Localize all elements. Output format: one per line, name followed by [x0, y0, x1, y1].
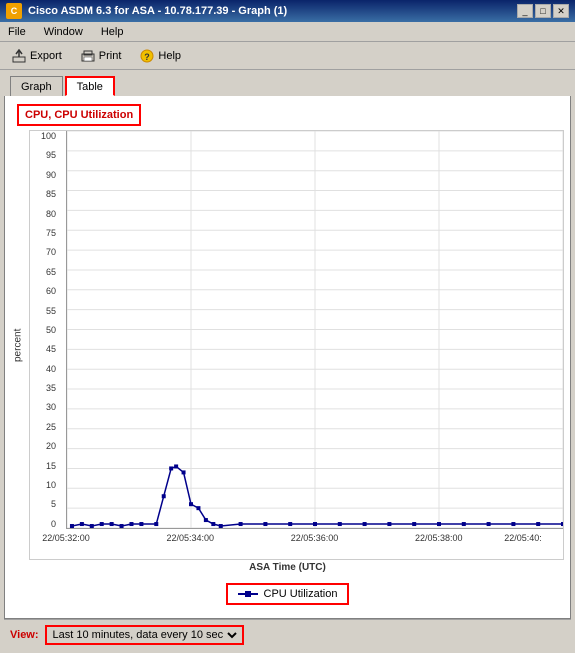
y-tick-45: 45	[30, 344, 60, 354]
menu-window[interactable]: Window	[40, 25, 87, 39]
view-label: View:	[10, 629, 39, 641]
legend-line-icon	[238, 589, 258, 599]
y-tick-70: 70	[30, 247, 60, 257]
toolbar: Export Print ? Help	[0, 42, 575, 70]
y-tick-85: 85	[30, 189, 60, 199]
tab-table[interactable]: Table	[65, 76, 115, 96]
legend-label: CPU Utilization	[264, 588, 338, 600]
chart-title: CPU, CPU Utilization	[17, 104, 141, 126]
y-tick-10: 10	[30, 480, 60, 490]
close-button[interactable]: ✕	[553, 4, 569, 18]
bottom-bar: View: Last 10 minutes, data every 10 sec…	[4, 619, 571, 649]
print-button[interactable]: Print	[75, 45, 127, 67]
menu-help[interactable]: Help	[97, 25, 128, 39]
y-axis-label: percent	[11, 130, 25, 560]
y-tick-65: 65	[30, 267, 60, 277]
title-bar: C Cisco ASDM 6.3 for ASA - 10.78.177.39 …	[0, 0, 575, 22]
legend-box: CPU Utilization	[226, 583, 350, 605]
help-button[interactable]: ? Help	[134, 45, 186, 67]
y-tick-15: 15	[30, 461, 60, 471]
y-tick-95: 95	[30, 150, 60, 160]
legend-area: CPU Utilization	[5, 583, 570, 605]
export-button[interactable]: Export	[6, 45, 67, 67]
y-tick-50: 50	[30, 325, 60, 335]
print-icon	[80, 48, 96, 64]
x-axis-labels: 22/05:32:00 22/05:34:00 22/05:36:00 22/0…	[66, 529, 563, 559]
x-tick-3: 22/05:38:00	[399, 533, 479, 543]
view-select[interactable]: Last 10 minutes, data every 10 sec Last …	[49, 628, 240, 642]
tab-content: CPU, CPU Utilization percent 0 5 10 15 2…	[4, 96, 571, 619]
tab-bar: Graph Table	[4, 70, 571, 96]
minimize-button[interactable]: _	[517, 4, 533, 18]
chart-plot	[66, 131, 563, 529]
help-label: Help	[158, 50, 181, 62]
chart-inner: 0 5 10 15 20 25 30 35 40 45 50 55 60 65 …	[29, 130, 564, 560]
y-tick-90: 90	[30, 170, 60, 180]
window-title: Cisco ASDM 6.3 for ASA - 10.78.177.39 - …	[28, 5, 287, 17]
menu-bar: File Window Help	[0, 22, 575, 42]
y-tick-80: 80	[30, 209, 60, 219]
y-tick-40: 40	[30, 364, 60, 374]
export-icon	[11, 48, 27, 64]
view-select-wrapper[interactable]: Last 10 minutes, data every 10 sec Last …	[45, 625, 244, 645]
app-icon: C	[6, 3, 22, 19]
y-tick-0: 0	[30, 519, 60, 529]
y-tick-35: 35	[30, 383, 60, 393]
menu-file[interactable]: File	[4, 25, 30, 39]
y-tick-100: 100	[30, 131, 60, 141]
export-label: Export	[30, 50, 62, 62]
y-ticks: 0 5 10 15 20 25 30 35 40 45 50 55 60 65 …	[30, 131, 66, 529]
y-tick-75: 75	[30, 228, 60, 238]
x-tick-2: 22/05:36:00	[275, 533, 355, 543]
x-tick-4: 22/05:40:	[483, 533, 563, 543]
maximize-button[interactable]: □	[535, 4, 551, 18]
y-tick-25: 25	[30, 422, 60, 432]
y-tick-5: 5	[30, 499, 60, 509]
y-tick-30: 30	[30, 402, 60, 412]
y-tick-20: 20	[30, 441, 60, 451]
chart-area: percent 0 5 10 15 20 25 30 35 40 45 50 5…	[11, 130, 564, 560]
x-axis-title: ASA Time (UTC)	[5, 562, 570, 573]
content-wrapper: Graph Table CPU, CPU Utilization percent…	[0, 70, 575, 653]
tab-graph[interactable]: Graph	[10, 76, 63, 96]
svg-text:?: ?	[145, 52, 151, 62]
print-label: Print	[99, 50, 122, 62]
x-tick-0: 22/05:32:00	[26, 533, 106, 543]
window-controls[interactable]: _ □ ✕	[517, 4, 569, 18]
x-tick-1: 22/05:34:00	[150, 533, 230, 543]
help-icon: ?	[139, 48, 155, 64]
y-tick-55: 55	[30, 306, 60, 316]
y-tick-60: 60	[30, 286, 60, 296]
